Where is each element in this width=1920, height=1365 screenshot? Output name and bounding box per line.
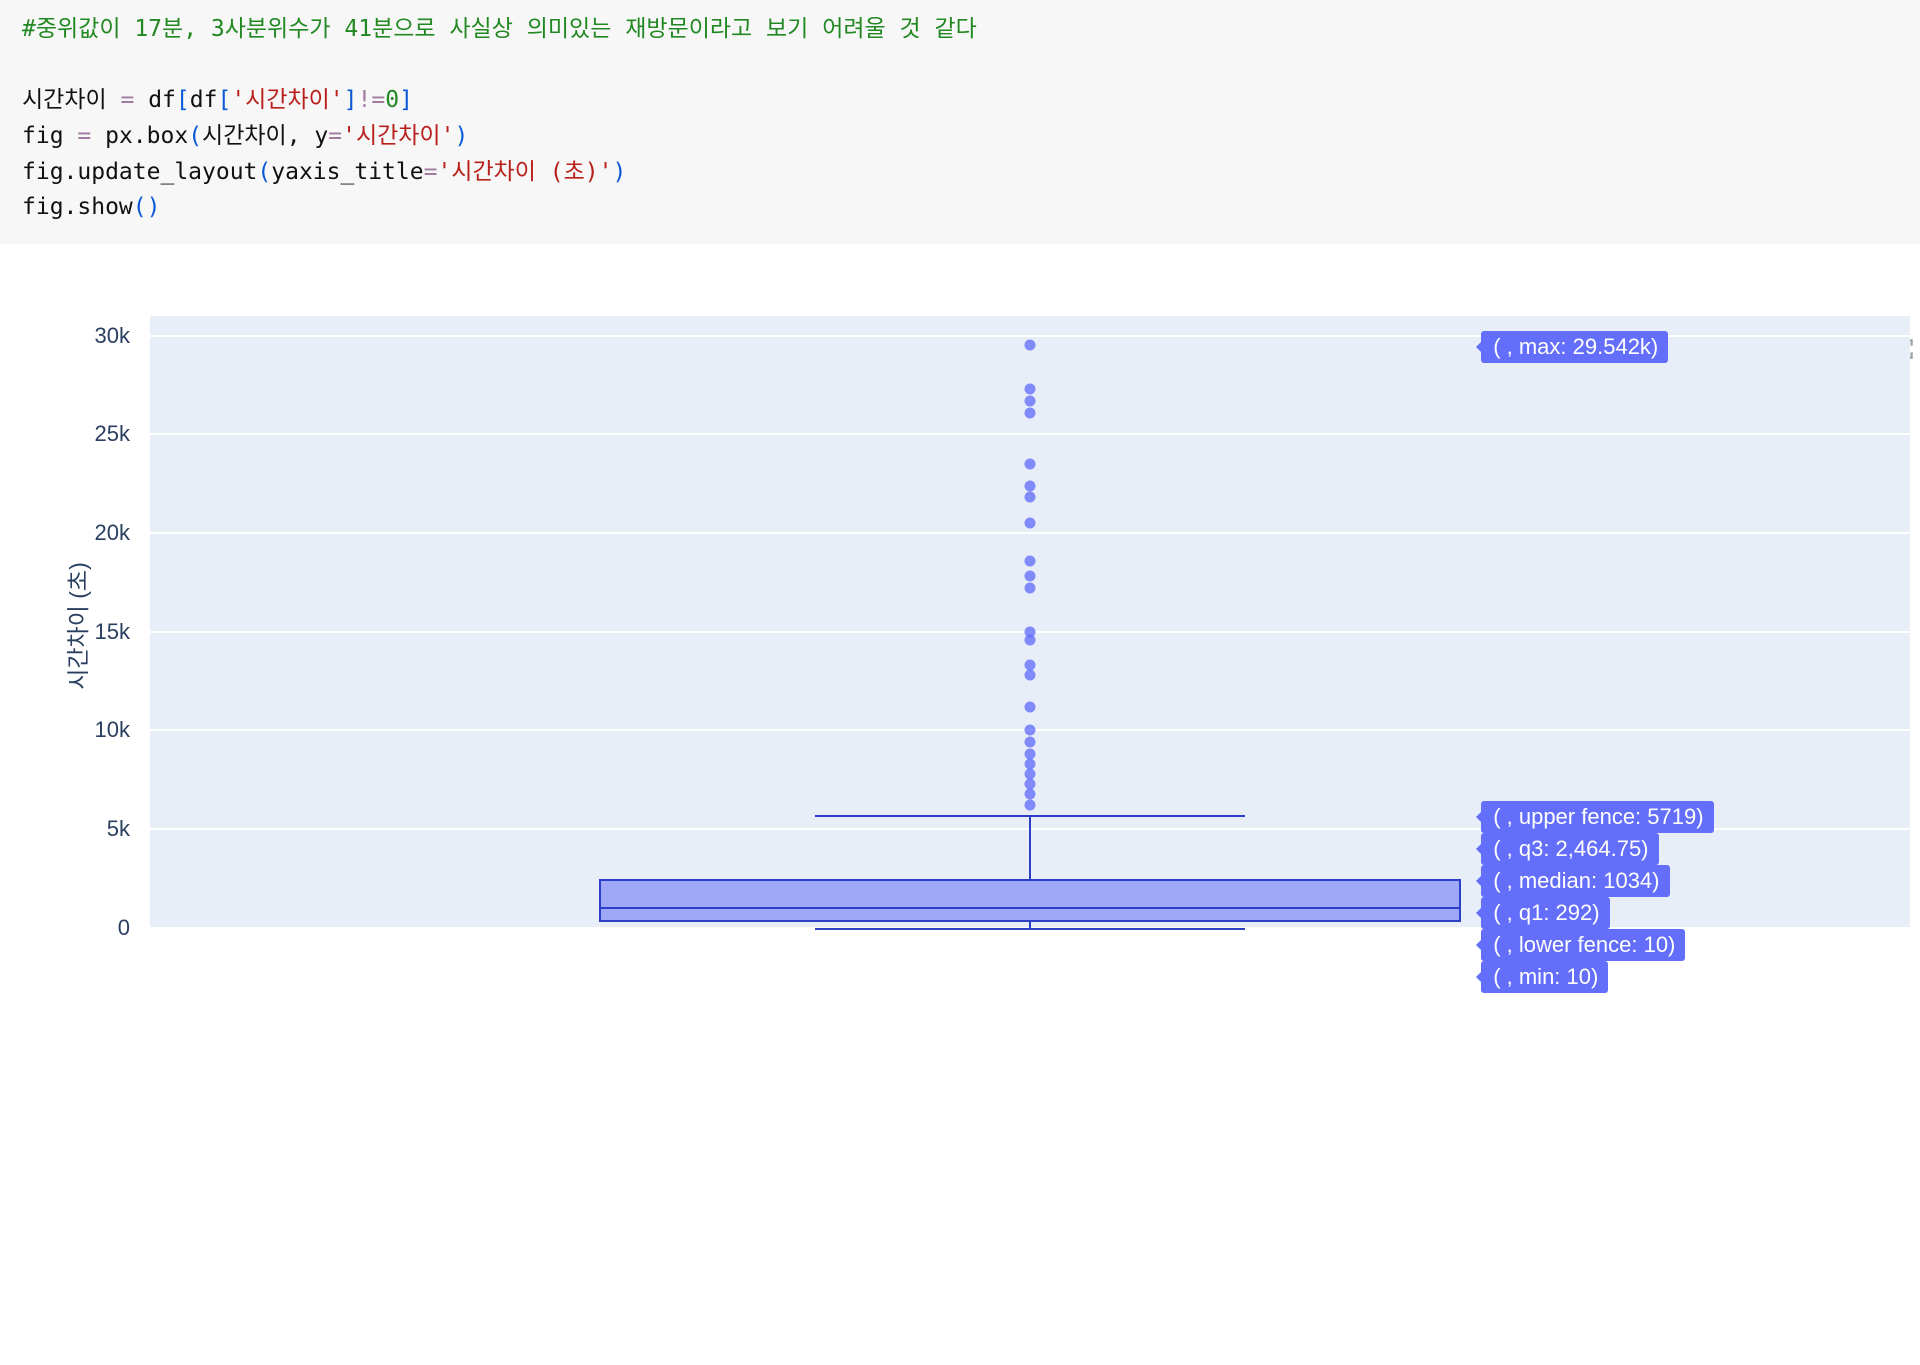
- boxplot-cap: [815, 928, 1244, 930]
- plot-area[interactable]: 05k10k15k20k25k30k( , max: 29.542k)( , u…: [150, 316, 1910, 928]
- boxplot-outlier[interactable]: [1025, 626, 1036, 637]
- boxplot-tooltip: ( , median: 1034): [1481, 865, 1669, 897]
- boxplot-outlier[interactable]: [1025, 383, 1036, 394]
- boxplot-tooltip: ( , q3: 2,464.75): [1481, 833, 1658, 865]
- code-token: !=: [358, 87, 386, 113]
- code-token: (: [133, 194, 147, 220]
- code-token: '시간차이': [342, 123, 454, 149]
- code-token: yaxis_title: [271, 159, 423, 185]
- boxplot-outlier[interactable]: [1025, 768, 1036, 779]
- notebook-output: 시간차이 (초) 05k10k15k20k25k30k( , max: 29.5…: [0, 316, 1920, 936]
- y-tick-label: 25k: [95, 421, 150, 447]
- boxplot-outlier[interactable]: [1025, 571, 1036, 582]
- code-token: ]: [399, 87, 413, 113]
- boxplot-outlier[interactable]: [1025, 492, 1036, 503]
- boxplot-tooltip: ( , lower fence: 10): [1481, 929, 1685, 961]
- gridline: [150, 433, 1910, 435]
- boxplot-outlier[interactable]: [1025, 749, 1036, 760]
- code-token: df: [148, 87, 176, 113]
- y-tick-label: 10k: [95, 717, 150, 743]
- y-tick-label: 30k: [95, 323, 150, 349]
- boxplot-whisker: [1029, 815, 1031, 879]
- code-token: fig: [22, 123, 64, 149]
- code-token: px.box: [105, 123, 188, 149]
- code-token: fig.update_layout: [22, 159, 257, 185]
- code-token: 0: [385, 87, 399, 113]
- boxplot-tooltip: ( , upper fence: 5719): [1481, 801, 1713, 833]
- code-token: fig.show: [22, 194, 133, 220]
- boxplot-outlier[interactable]: [1025, 480, 1036, 491]
- boxplot-outlier[interactable]: [1025, 788, 1036, 799]
- gridline: [150, 532, 1910, 534]
- code-token: =: [107, 87, 149, 113]
- code-token: ): [454, 123, 468, 149]
- code-token: '시간차이': [231, 87, 343, 113]
- code-token: ,: [287, 123, 315, 149]
- y-tick-label: 5k: [107, 816, 150, 842]
- boxplot-outlier[interactable]: [1025, 725, 1036, 736]
- boxplot-median: [599, 907, 1461, 909]
- boxplot-outlier[interactable]: [1025, 778, 1036, 789]
- boxplot-outlier[interactable]: [1025, 395, 1036, 406]
- boxplot-tooltip: ( , min: 10): [1481, 961, 1608, 993]
- boxplot-outlier[interactable]: [1025, 737, 1036, 748]
- code-token: [: [176, 87, 190, 113]
- code-comment: #중위값이 17분, 3사분위수가 41분으로 사실상 의미있는 재방문이라고 …: [22, 16, 977, 42]
- boxplot-tooltip: ( , max: 29.542k): [1481, 331, 1668, 363]
- code-token: ]: [344, 87, 358, 113]
- y-axis-title: 시간차이 (초): [59, 562, 93, 690]
- y-tick-label: 20k: [95, 520, 150, 546]
- code-token: (: [257, 159, 271, 185]
- boxplot-outlier[interactable]: [1025, 670, 1036, 681]
- y-tick-label: 15k: [95, 619, 150, 645]
- code-token: [: [217, 87, 231, 113]
- boxplot-outlier[interactable]: [1025, 660, 1036, 671]
- code-token: y: [314, 123, 328, 149]
- code-token: 시간차이: [22, 87, 107, 113]
- code-token: (: [188, 123, 202, 149]
- code-token: df: [190, 87, 218, 113]
- code-token: =: [64, 123, 106, 149]
- code-token: ): [613, 159, 627, 185]
- boxplot-outlier[interactable]: [1025, 583, 1036, 594]
- code-token: '시간차이 (초)': [437, 159, 612, 185]
- boxplot-outlier[interactable]: [1025, 800, 1036, 811]
- y-tick-label: 0: [118, 915, 150, 941]
- boxplot-chart[interactable]: 시간차이 (초) 05k10k15k20k25k30k( , max: 29.5…: [0, 316, 1920, 936]
- boxplot-tooltip: ( , q1: 292): [1481, 897, 1609, 929]
- boxplot-outlier[interactable]: [1025, 701, 1036, 712]
- boxplot-outlier[interactable]: [1025, 555, 1036, 566]
- code-cell: #중위값이 17분, 3사분위수가 41분으로 사실상 의미있는 재방문이라고 …: [0, 0, 1920, 244]
- boxplot-outlier[interactable]: [1025, 407, 1036, 418]
- boxplot-cap: [815, 815, 1244, 817]
- boxplot-outlier[interactable]: [1025, 458, 1036, 469]
- boxplot-box[interactable]: [599, 879, 1461, 922]
- code-token: 시간차이: [202, 123, 287, 149]
- boxplot-outlier[interactable]: [1025, 759, 1036, 770]
- boxplot-outlier[interactable]: [1025, 518, 1036, 529]
- boxplot-outlier[interactable]: [1025, 339, 1036, 350]
- code-token: ): [147, 194, 161, 220]
